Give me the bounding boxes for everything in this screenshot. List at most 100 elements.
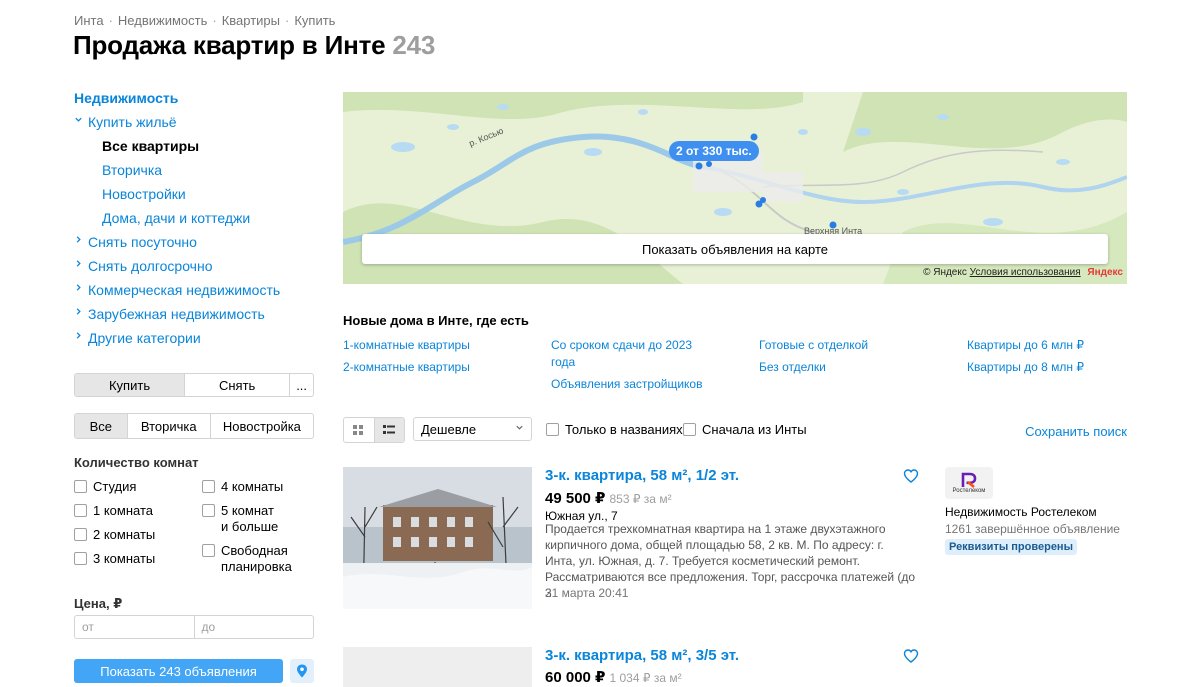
category-other[interactable]: Другие категории [74,326,314,350]
listing-title-link[interactable]: 3-к. квартира, 58 м², 3/5 эт. [545,647,739,664]
chevron-down-icon [515,418,524,442]
page-title-text: Продажа квартир в Инте [73,30,386,60]
category-rent-daily[interactable]: Снять посуточно [74,230,314,254]
checkbox-box [74,480,87,493]
listing-date: 21 марта 20:41 [545,586,629,600]
category-rent-long[interactable]: Снять долгосрочно [74,254,314,278]
room-5plus-label: 5 комнат и больше [221,503,279,534]
list-icon [383,425,396,434]
breadcrumb-inta[interactable]: Инта [74,13,104,28]
price-to-input[interactable]: до [195,616,314,638]
seller-logo-text: Ростелеком [952,487,986,494]
first-inta-label: Сначала из Инты [702,422,807,437]
list-view-button[interactable] [373,418,404,442]
chevron-right-icon [74,278,84,302]
listing-photo[interactable] [343,467,532,609]
map-pin-icon [297,664,307,678]
new-homes-link-finished[interactable]: Готовые с отделкой [759,337,868,354]
room-2-label: 2 комнаты [93,527,156,542]
tab-more[interactable]: ... [290,374,313,396]
verified-badge: Реквизиты проверены [945,539,1077,555]
breadcrumb-separator: · [285,13,290,28]
show-results-button[interactable]: Показать 243 объявления [74,659,283,683]
seller-listings-count: 1261 завершённое объявление [945,522,1120,536]
room-5plus-checkbox[interactable]: 5 комнат и больше [202,503,278,535]
category-rent-long-label: Снять долгосрочно [88,258,213,274]
listing-title-link[interactable]: 3-к. квартира, 58 м², 1/2 эт. [545,467,739,484]
deal-type-switch: Купить Снять ... [74,373,314,397]
new-homes-link-unfinished[interactable]: Без отделки [759,359,826,376]
favorite-heart-icon[interactable] [903,648,919,664]
tab-rent[interactable]: Снять [185,374,291,396]
category-realty[interactable]: Недвижимость [74,88,314,110]
new-homes-link-developers[interactable]: Объявления застройщиков [551,376,702,393]
listing-photo[interactable] [343,647,532,687]
tab-new-building[interactable]: Новостройка [211,414,313,438]
subcategory-new-buildings[interactable]: Новостройки [74,182,314,206]
price-range: от до [74,615,314,639]
room-free-layout-label: Свободная планировка [221,543,292,574]
tab-buy[interactable]: Купить [75,374,186,396]
chevron-right-icon [74,230,84,254]
listing-price-value: 60 000 ₽ [545,669,606,686]
subcategory-secondary[interactable]: Вторичка [74,158,314,182]
sort-select[interactable]: Дешевле [413,417,532,441]
new-homes-link-2room[interactable]: 2-комнатные квартиры [343,359,470,376]
show-on-map-button[interactable]: Показать объявления на карте [362,234,1108,264]
only-titles-checkbox[interactable]: Только в названиях [546,422,683,438]
checkbox-box [74,552,87,565]
market-type-switch: Все Вторичка Новостройка [74,413,314,439]
room-4-label: 4 комнаты [221,479,284,494]
tab-all[interactable]: Все [75,414,128,438]
room-4-checkbox[interactable]: 4 комнаты [202,479,283,495]
tab-secondary[interactable]: Вторичка [128,414,211,438]
grid-view-button[interactable] [344,418,374,442]
room-studio-checkbox[interactable]: Студия [74,479,136,495]
new-homes-link-1room[interactable]: 1-комнатные квартиры [343,337,470,354]
breadcrumb: Инта · Недвижимость · Квартиры · Купить [74,13,335,28]
new-homes-link-8mln[interactable]: Квартиры до 8 млн ₽ [967,359,1084,376]
breadcrumb-apartments[interactable]: Квартиры [222,13,280,28]
seller-name[interactable]: Недвижимость Ростелеком [945,505,1097,519]
breadcrumb-buy[interactable]: Купить [294,13,335,28]
room-1-checkbox[interactable]: 1 комната [74,503,153,519]
only-titles-label: Только в названиях [565,422,683,437]
checkbox-box [74,504,87,517]
checkbox-box [683,423,696,436]
first-inta-checkbox[interactable]: Сначала из Инты [683,422,807,438]
yandex-logo: Яндекс [1087,267,1123,278]
map-preview[interactable]: р. Косью Верхняя Инта 2 от 330 тыс. Пока… [343,92,1127,284]
room-3-checkbox[interactable]: 3 комнаты [74,551,155,567]
price-filter-title: Цена, ₽ [74,596,123,611]
breadcrumb-separator: · [108,13,113,28]
category-buy-housing-label: Купить жильё [88,114,177,130]
checkbox-box [202,544,215,557]
map-copyright: © Яндекс [923,267,967,278]
map-cluster-badge[interactable]: 2 от 330 тыс. [669,141,759,161]
breadcrumb-realty[interactable]: Недвижимость [118,13,207,28]
new-homes-link-6mln[interactable]: Квартиры до 6 млн ₽ [967,337,1084,354]
map-attribution: © Яндекс Условия использования Яндекс [923,267,1123,278]
category-other-label: Другие категории [88,330,201,346]
view-toggle [343,417,405,443]
new-homes-link-2023[interactable]: Со сроком сдачи до 2023 года [551,337,692,371]
map-pin-button[interactable] [290,659,314,683]
room-studio-label: Студия [93,479,137,494]
seller-logo[interactable]: Ростелеком [945,467,993,499]
favorite-heart-icon[interactable] [903,468,919,484]
map-terms-link[interactable]: Условия использования [970,267,1081,278]
category-foreign[interactable]: Зарубежная недвижимость [74,302,314,326]
category-rent-daily-label: Снять посуточно [88,234,197,250]
price-from-input[interactable]: от [75,616,195,638]
listing-price: 49 500 ₽853 ₽ за м² [545,489,672,507]
room-free-layout-checkbox[interactable]: Свободная планировка [202,543,292,575]
category-foreign-label: Зарубежная недвижимость [88,306,265,322]
category-buy-housing[interactable]: Купить жильё [74,110,314,134]
room-2-checkbox[interactable]: 2 комнаты [74,527,155,543]
save-search-link[interactable]: Сохранить поиск [1025,424,1127,439]
chevron-down-icon [74,110,84,134]
category-commercial[interactable]: Коммерческая недвижимость [74,278,314,302]
subcategory-houses[interactable]: Дома, дачи и коттеджи [74,206,314,230]
checkbox-box [74,528,87,541]
subcategory-all-apartments[interactable]: Все квартиры [74,134,314,158]
